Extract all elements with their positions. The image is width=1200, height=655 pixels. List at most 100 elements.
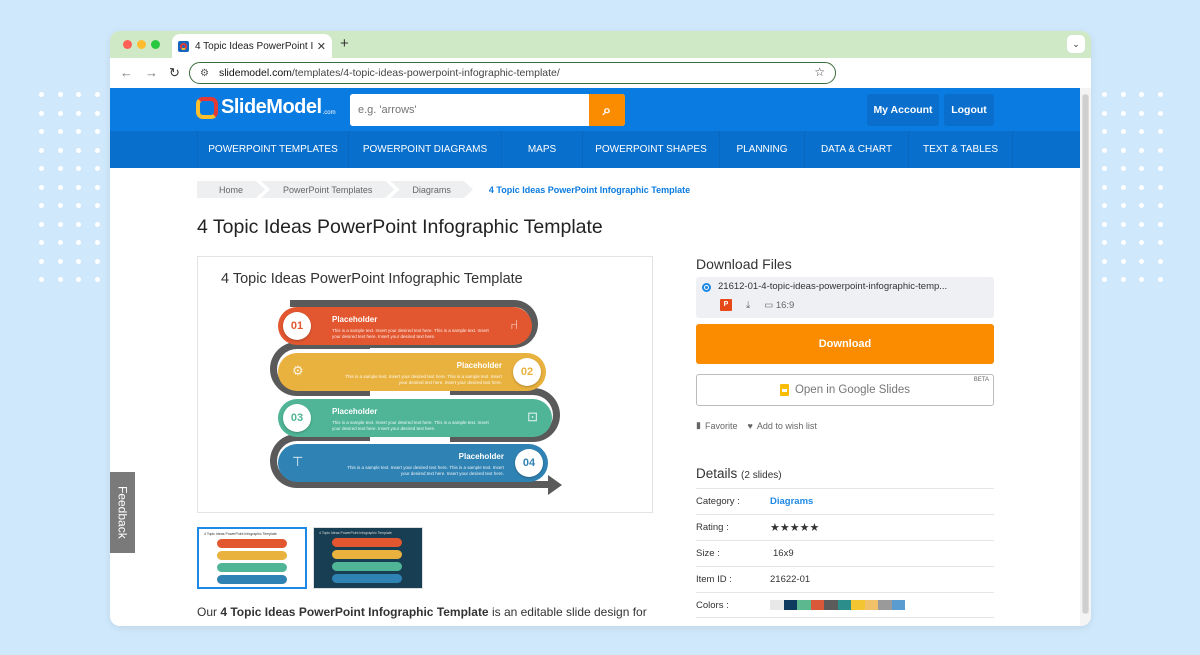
decorative-dot bbox=[89, 179, 108, 198]
file-name: 21612-01-4-topic-ideas-powerpoint-infogr… bbox=[718, 281, 948, 292]
star-icon[interactable]: ★ bbox=[810, 522, 820, 534]
my-account-button[interactable]: My Account bbox=[867, 94, 939, 126]
decorative-dot bbox=[33, 216, 52, 235]
decorative-dot bbox=[52, 216, 71, 235]
reload-icon[interactable]: ↻ bbox=[169, 65, 180, 81]
forward-icon[interactable]: → bbox=[145, 65, 158, 80]
favorite-actions: ▮ Favorite ♥ Add to wish list bbox=[696, 420, 817, 431]
star-icon[interactable]: ★ bbox=[780, 522, 790, 534]
decorative-dot bbox=[1096, 142, 1115, 161]
decorative-dot bbox=[89, 271, 108, 290]
decorative-dot bbox=[33, 86, 52, 105]
description: Our 4 Topic Ideas PowerPoint Infographic… bbox=[197, 603, 647, 626]
download-files-heading: Download Files bbox=[696, 256, 792, 272]
binoculars-icon: ⊡ bbox=[527, 409, 538, 424]
color-swatch bbox=[891, 600, 905, 610]
heart-icon: ♥ bbox=[747, 420, 753, 431]
main-menu: POWERPOINT TEMPLATES POWERPOINT DIAGRAMS… bbox=[110, 131, 1080, 168]
details-slide-count: (2 slides) bbox=[741, 470, 782, 481]
search-input[interactable] bbox=[350, 94, 589, 126]
decorative-dot bbox=[70, 142, 89, 161]
bookmark-star-icon[interactable]: ☆ bbox=[814, 65, 825, 79]
close-tab-icon[interactable]: ✕ bbox=[317, 40, 326, 53]
star-icon[interactable]: ★ bbox=[790, 522, 800, 534]
maximize-window-button[interactable] bbox=[151, 40, 160, 49]
new-tab-button[interactable]: + bbox=[340, 35, 349, 52]
thumbnail-title: 4 Topic Ideas PowerPoint Infographic Tem… bbox=[319, 531, 392, 535]
favorite-link[interactable]: ▮ Favorite bbox=[696, 420, 737, 431]
gears-icon: ⚙ bbox=[292, 363, 304, 378]
breadcrumb-home[interactable]: Home bbox=[197, 181, 265, 198]
page-scrollbar[interactable] bbox=[1080, 88, 1091, 626]
download-icon: ⤓ bbox=[746, 299, 751, 311]
logout-button[interactable]: Logout bbox=[944, 94, 994, 126]
decorative-dot bbox=[1115, 86, 1134, 105]
file-radio[interactable] bbox=[702, 283, 711, 292]
menu-maps[interactable]: MAPS bbox=[502, 131, 583, 168]
menu-powerpoint-diagrams[interactable]: POWERPOINT DIAGRAMS bbox=[349, 131, 502, 168]
decorative-dot bbox=[1133, 179, 1152, 198]
topic-number-badge: 01 bbox=[283, 312, 311, 340]
site-logo[interactable]: SlideModel .com bbox=[196, 96, 336, 119]
breadcrumb-powerpoint-templates[interactable]: PowerPoint Templates bbox=[261, 181, 394, 198]
google-slides-label: Open in Google Slides bbox=[794, 384, 911, 396]
search-button[interactable]: ⌕ bbox=[589, 94, 625, 126]
breadcrumb: Home PowerPoint Templates Diagrams 4 Top… bbox=[197, 181, 708, 198]
rating-stars[interactable]: ★★★★★ bbox=[770, 521, 819, 534]
thumbnail-bar bbox=[332, 538, 402, 547]
topic-item-4: 04 Placeholder This is a sample text. In… bbox=[278, 444, 548, 482]
powerpoint-icon: P bbox=[720, 299, 732, 311]
decorative-dot bbox=[33, 160, 52, 179]
tab-search-icon[interactable]: ⌄ bbox=[1067, 35, 1085, 53]
decorative-dot bbox=[1096, 160, 1115, 179]
decorative-dot bbox=[70, 86, 89, 105]
track-arrow-line bbox=[360, 481, 550, 488]
decorative-dot bbox=[1096, 123, 1115, 142]
topic-text: This is a sample text. Insert your desir… bbox=[347, 465, 504, 476]
thumbnail-bar bbox=[217, 575, 287, 584]
decorative-dot bbox=[1096, 86, 1115, 105]
decorative-dot bbox=[1133, 234, 1152, 253]
feedback-tab[interactable]: Feedback bbox=[110, 472, 135, 553]
aspect-ratio: ▭ 16:9 bbox=[764, 300, 794, 311]
decorative-dot bbox=[1152, 271, 1171, 290]
menu-planning[interactable]: PLANNING bbox=[720, 131, 805, 168]
download-file-option[interactable]: 21612-01-4-topic-ideas-powerpoint-infogr… bbox=[696, 277, 994, 318]
color-swatch bbox=[783, 600, 797, 610]
category-link[interactable]: Diagrams bbox=[770, 496, 813, 507]
star-icon[interactable]: ★ bbox=[800, 522, 810, 534]
detail-key: Size : bbox=[696, 548, 720, 559]
site-settings-icon[interactable]: ⚙ bbox=[200, 68, 209, 79]
thumbnail-dark[interactable]: 4 Topic Ideas PowerPoint Infographic Tem… bbox=[313, 527, 423, 589]
topic-item-1: 01 Placeholder This is a sample text. In… bbox=[278, 307, 532, 345]
bookmark-icon: ▮ bbox=[696, 420, 701, 430]
decorative-dot bbox=[70, 197, 89, 216]
wishlist-link[interactable]: ♥ Add to wish list bbox=[747, 420, 816, 431]
open-in-google-slides-button[interactable]: Open in Google Slides BETA bbox=[696, 374, 994, 406]
decorative-dot bbox=[52, 179, 71, 198]
url-field[interactable]: ⚙ slidemodel.com/templates/4-topic-ideas… bbox=[189, 62, 836, 84]
close-window-button[interactable] bbox=[123, 40, 132, 49]
menu-powerpoint-shapes[interactable]: POWERPOINT SHAPES bbox=[583, 131, 720, 168]
breadcrumb-diagrams[interactable]: Diagrams bbox=[390, 181, 473, 198]
slide-preview[interactable]: 4 Topic Ideas PowerPoint Infographic Tem… bbox=[197, 256, 653, 513]
decorative-dot bbox=[52, 160, 71, 179]
decorative-dot bbox=[1133, 105, 1152, 124]
track-arrow-head-icon bbox=[548, 475, 562, 495]
thumbnail-light[interactable]: 4 Topic Ideas PowerPoint Infographic Tem… bbox=[197, 527, 307, 589]
browser-tab[interactable]: 4 Topic Ideas PowerPoint Info ✕ bbox=[172, 34, 332, 58]
decorative-dot bbox=[1133, 123, 1152, 142]
star-icon[interactable]: ★ bbox=[770, 522, 780, 534]
decorative-dot bbox=[70, 179, 89, 198]
topic-text: This is a sample text. Insert your desir… bbox=[345, 374, 502, 385]
back-icon[interactable]: ← bbox=[120, 65, 133, 80]
menu-text-tables[interactable]: TEXT & TABLES bbox=[909, 131, 1013, 168]
aspect-ratio-value: 16:9 bbox=[775, 299, 795, 311]
menu-data-chart[interactable]: DATA & CHART bbox=[805, 131, 909, 168]
color-swatch bbox=[824, 600, 838, 610]
menu-powerpoint-templates[interactable]: POWERPOINT TEMPLATES bbox=[197, 131, 349, 168]
download-button[interactable]: Download bbox=[696, 324, 994, 364]
decorative-dot bbox=[1152, 197, 1171, 216]
minimize-window-button[interactable] bbox=[137, 40, 146, 49]
scrollbar-thumb[interactable] bbox=[1082, 94, 1089, 614]
